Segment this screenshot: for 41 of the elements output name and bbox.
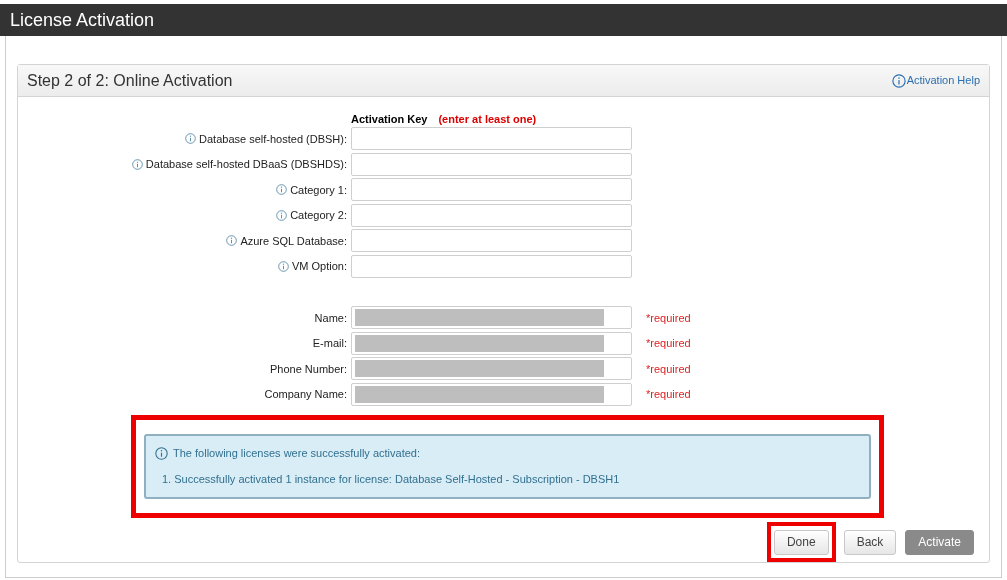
required-note: *required <box>646 387 691 402</box>
activation-key-field[interactable] <box>351 229 632 253</box>
contact-field[interactable] <box>351 357 632 381</box>
field-label: Name: <box>314 310 347 326</box>
field-label: VM Option: <box>291 259 347 274</box>
panel-title: Step 2 of 2: Online Activation <box>27 70 233 91</box>
activation-key-field[interactable] <box>351 203 632 227</box>
info-icon <box>131 158 143 170</box>
info-icon <box>891 73 906 88</box>
field-label: Database self-hosted (DBSH): <box>199 131 347 147</box>
required-note: *required <box>646 336 691 351</box>
required-note: *required <box>646 361 691 377</box>
action-button[interactable]: Done <box>773 529 829 555</box>
field-label: Database self-hosted DBaaS (DBSHDS): <box>145 157 347 172</box>
activation-key-field[interactable] <box>351 152 632 176</box>
activation-key-field[interactable] <box>351 254 632 278</box>
contact-field[interactable] <box>351 331 632 355</box>
window-title: License Activation <box>10 8 155 32</box>
field-label: Category 1: <box>290 182 347 198</box>
alert-message: The following licenses were successfully activated: <box>173 446 420 461</box>
info-icon <box>226 235 238 247</box>
required-note: *required <box>646 310 691 326</box>
info-icon <box>185 133 197 145</box>
action-button[interactable]: Back <box>843 529 897 555</box>
alert-item: 1. Successfully activated 1 instance for license: Database Self-Hosted - Subscription - DBSH1 <box>161 471 621 487</box>
info-icon <box>277 260 289 272</box>
info-icon <box>276 184 288 196</box>
activation-key-field[interactable] <box>351 178 632 202</box>
info-icon <box>155 446 168 460</box>
enter-at-least-one-hint: (enter at least one) <box>438 112 537 127</box>
field-label: E-mail: <box>312 336 347 351</box>
activation-key-heading: Activation Key <box>351 112 428 127</box>
activation-help-link[interactable]: Activation Help <box>891 72 980 89</box>
field-label: Category 2: <box>290 208 347 223</box>
field-label: Azure SQL Database: <box>240 233 347 249</box>
contact-field[interactable] <box>351 306 632 330</box>
activation-key-field[interactable] <box>351 127 632 151</box>
field-label: Company Name: <box>264 387 347 402</box>
info-icon <box>276 209 288 221</box>
field-label: Phone Number: <box>269 361 347 377</box>
contact-field[interactable] <box>351 382 632 406</box>
